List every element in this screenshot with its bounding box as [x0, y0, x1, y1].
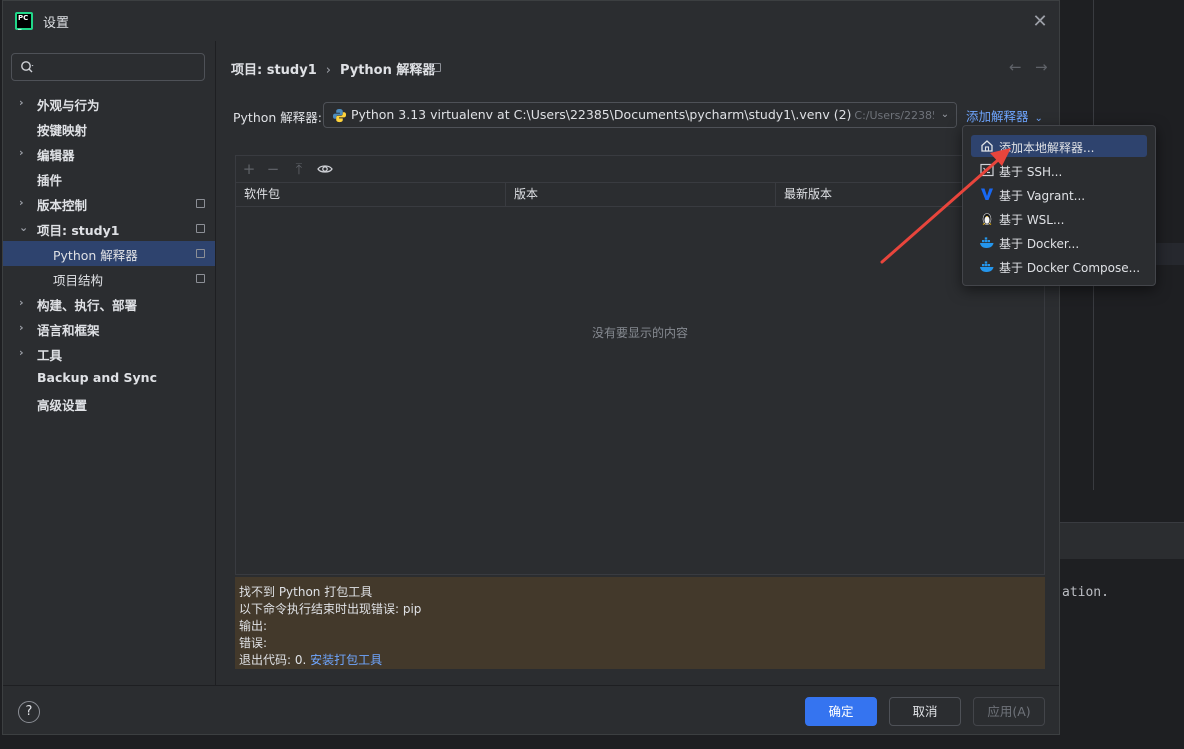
error-output: 输出: [239, 619, 268, 633]
chevron-right-icon: › [19, 196, 24, 209]
error-panel: 找不到 Python 打包工具 以下命令执行结束时出现错误: pip 输出: 错… [235, 577, 1045, 669]
project-scope-icon [196, 224, 205, 233]
sidebar-item-project-structure[interactable]: 项目结构 [3, 266, 215, 291]
menu-item-docker[interactable]: 基于 Docker... [971, 231, 1147, 253]
background-panel-band [1060, 522, 1184, 559]
menu-item-add-local[interactable]: 添加本地解释器... [971, 135, 1147, 157]
menu-item-docker-compose[interactable]: 基于 Docker Compose... [971, 255, 1147, 277]
title-bar: PC _ 设置 ✕ [3, 1, 1059, 41]
error-stderr: 错误: [239, 636, 268, 650]
apply-button[interactable]: 应用(A) [973, 697, 1045, 726]
ssh-terminal-icon [980, 163, 994, 177]
sidebar-item-version-control[interactable]: › 版本控制 [3, 191, 215, 216]
forward-arrow-icon[interactable]: → [1035, 58, 1048, 76]
empty-state-text: 没有要显示的内容 [591, 326, 688, 340]
chevron-right-icon: › [19, 146, 24, 159]
sidebar-item-backup-sync[interactable]: Backup and Sync [3, 366, 215, 391]
menu-item-wsl[interactable]: 基于 WSL... [971, 207, 1147, 229]
breadcrumb-parent[interactable]: 项目: study1 [231, 63, 317, 78]
breadcrumb: 项目: study1 › Python 解释器 [231, 59, 435, 78]
cancel-button[interactable]: 取消 [889, 697, 961, 726]
close-icon[interactable]: ✕ [1029, 11, 1051, 33]
error-command: 以下命令执行结束时出现错误: pip [239, 602, 422, 616]
packages-toolbar: + − ⤒ [236, 156, 1044, 183]
chevron-down-icon: ⌄ [19, 221, 29, 234]
sidebar-item-editor[interactable]: › 编辑器 [3, 141, 215, 166]
menu-item-ssh[interactable]: 基于 SSH... [971, 159, 1147, 181]
breadcrumb-current: Python 解释器 [339, 63, 436, 78]
python-icon [332, 108, 347, 123]
home-icon [981, 140, 993, 152]
sidebar-item-appearance[interactable]: › 外观与行为 [3, 91, 215, 116]
add-icon[interactable]: + [240, 160, 258, 178]
settings-content: 项目: study1 › Python 解释器 ← → Python 解释器: Py… [216, 41, 1059, 685]
vagrant-icon [981, 188, 993, 200]
project-scope-icon [196, 199, 205, 208]
chevron-right-icon: › [19, 346, 24, 359]
breadcrumb-separator: › [325, 63, 331, 78]
search-input[interactable] [11, 53, 205, 81]
interpreter-select[interactable]: Python 3.13 virtualenv at C:\Users\22385… [323, 102, 957, 128]
chevron-down-icon: ⌄ [934, 103, 956, 127]
add-interpreter-link[interactable]: 添加解释器 ⌄ [966, 106, 1043, 125]
eye-icon[interactable] [316, 160, 334, 178]
chevron-right-icon: › [19, 321, 24, 334]
ok-button[interactable]: 确定 [805, 697, 877, 726]
background-code-text: ation. [1062, 585, 1109, 600]
column-package[interactable]: 软件包 [236, 182, 506, 206]
interpreter-label: Python 解释器: [233, 110, 323, 125]
docker-icon [980, 237, 994, 248]
chevron-down-icon: ⌄ [1034, 113, 1043, 124]
sidebar-item-tools[interactable]: › 工具 [3, 341, 215, 366]
chevron-right-icon: › [19, 296, 24, 309]
sidebar-item-keymap[interactable]: 按键映射 [3, 116, 215, 141]
packages-header: 软件包 版本 最新版本 [236, 182, 1044, 207]
column-version[interactable]: 版本 [506, 182, 776, 206]
project-scope-icon [431, 63, 441, 72]
sidebar-item-advanced[interactable]: 高级设置 [3, 391, 215, 416]
sidebar-item-languages[interactable]: › 语言和框架 [3, 316, 215, 341]
settings-tree: › 外观与行为 按键映射 › 编辑器 插件 › 版本控制 ⌄ 项目: study… [3, 91, 215, 416]
search-icon [21, 61, 34, 73]
menu-item-vagrant[interactable]: 基于 Vagrant... [971, 183, 1147, 205]
settings-sidebar: › 外观与行为 按键映射 › 编辑器 插件 › 版本控制 ⌄ 项目: study… [3, 41, 216, 685]
sidebar-item-plugins[interactable]: 插件 [3, 166, 215, 191]
chevron-right-icon: › [19, 96, 24, 109]
linux-penguin-icon [982, 213, 992, 225]
sidebar-item-build-execution[interactable]: › 构建、执行、部署 [3, 291, 215, 316]
upgrade-icon[interactable]: ⤒ [290, 160, 308, 178]
dialog-footer: ? 确定 取消 应用(A) [3, 685, 1059, 737]
remove-icon[interactable]: − [264, 160, 282, 178]
interpreter-value: Python 3.13 virtualenv at C:\Users\22385… [351, 107, 852, 122]
project-scope-icon [196, 249, 205, 258]
back-arrow-icon[interactable]: ← [1009, 58, 1022, 76]
pycharm-logo-icon: PC _ [15, 12, 33, 30]
help-icon[interactable]: ? [18, 701, 40, 723]
docker-icon [980, 261, 994, 272]
project-scope-icon [196, 274, 205, 283]
install-packaging-tools-link[interactable]: 安装打包工具 [310, 653, 382, 667]
packages-table: + − ⤒ 软件包 版本 最新版本 没有要显示的内容 [235, 155, 1045, 575]
window-title: 设置 [43, 16, 70, 31]
add-interpreter-menu: 添加本地解释器... 基于 SSH... 基于 Vagrant... 基于 WS… [962, 125, 1156, 286]
background-editor [1060, 0, 1184, 749]
sidebar-item-project[interactable]: ⌄ 项目: study1 [3, 216, 215, 241]
settings-dialog: PC _ 设置 ✕ › 外观与行为 按键映射 › 编辑器 插件 › 版本控制 ⌄… [2, 0, 1060, 735]
error-title: 找不到 Python 打包工具 [239, 585, 373, 599]
sidebar-item-python-interpreter[interactable]: Python 解释器 [3, 241, 215, 266]
error-exit-code: 退出代码: 0. 安装打包工具 [239, 653, 383, 667]
